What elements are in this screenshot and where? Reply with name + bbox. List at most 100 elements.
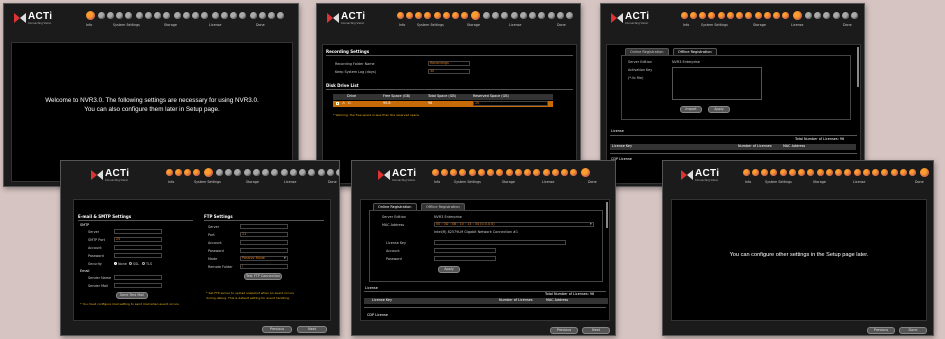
ftp-account-input[interactable] xyxy=(240,240,288,245)
security-radio-ssl[interactable]: SSL xyxy=(129,262,139,266)
step-dot xyxy=(761,169,768,176)
logo-tagline: Connecting Vision xyxy=(105,179,129,182)
sender-mail-input[interactable] xyxy=(114,283,162,288)
activation-key-textarea[interactable] xyxy=(672,67,762,100)
step-dot xyxy=(557,12,564,19)
scrollbar[interactable] xyxy=(857,47,859,87)
logo-text: ACTi xyxy=(392,168,417,179)
server-edition-label: Server Edition xyxy=(382,215,406,219)
previous-button[interactable]: Previous xyxy=(867,327,895,334)
security-radio-none[interactable]: None xyxy=(114,262,127,266)
ftp-password-input[interactable] xyxy=(240,248,288,253)
smtp-port-label: SMTP Port xyxy=(88,238,105,242)
test-ftp-connection-button[interactable]: Test FTP Connection xyxy=(244,273,282,280)
password-input[interactable] xyxy=(434,256,496,261)
step-dot xyxy=(851,12,858,19)
recording-folder-label: Recording Folder Name xyxy=(335,62,375,66)
step-dot xyxy=(699,12,706,19)
smtp-password-input[interactable] xyxy=(114,253,162,258)
tab-offline-registration[interactable]: Offline Registration xyxy=(421,203,465,210)
sender-name-input[interactable] xyxy=(114,275,162,280)
send-test-mail-button[interactable]: Send Test Mail xyxy=(116,292,148,299)
step-dot xyxy=(308,169,315,176)
smtp-account-input[interactable] xyxy=(114,245,162,250)
step-dot xyxy=(250,12,257,19)
step-label-license: License xyxy=(791,23,804,27)
done-button[interactable]: Done xyxy=(899,327,927,334)
password-label: Password xyxy=(386,257,402,261)
step-dot xyxy=(432,169,439,176)
email-note: * You must configure mail setting to sen… xyxy=(80,302,179,306)
step-dot xyxy=(681,12,688,19)
recording-folder-input[interactable]: Recordings xyxy=(428,61,470,66)
divider xyxy=(610,135,857,136)
ftp-server-input[interactable] xyxy=(240,224,288,229)
step-label-system: System Settings xyxy=(765,180,792,184)
import-button[interactable]: Import xyxy=(680,106,702,113)
chevron-down-icon: ▾ xyxy=(590,222,592,226)
ftp-mode-select[interactable]: Passive Mode xyxy=(240,256,288,261)
step-label-done: Done xyxy=(557,23,566,27)
scrollbar[interactable] xyxy=(606,202,608,228)
col-free-space: Free Space (GB) xyxy=(383,94,411,98)
step-dot xyxy=(842,12,849,19)
smtp-account-label: Account xyxy=(88,246,102,250)
step-dot xyxy=(708,12,715,19)
total-space-value: 98 xyxy=(428,101,433,105)
lic-file-label: (*.lic file) xyxy=(628,76,644,80)
checkbox-icon[interactable] xyxy=(336,102,339,105)
apply-button[interactable]: Apply xyxy=(708,106,730,113)
security-ssl-label: SSL xyxy=(133,262,140,266)
step-dot xyxy=(136,12,143,19)
step-dot xyxy=(483,12,490,19)
tab-online-registration[interactable]: Online Registration xyxy=(625,48,669,55)
security-radio-tls[interactable]: TLS xyxy=(142,262,152,266)
step-dot xyxy=(441,169,448,176)
disk-table-row[interactable]: ⚠ C: 90.8 98 20 xyxy=(333,101,553,107)
smtp-label: SMTP xyxy=(80,223,90,227)
reserved-space-input[interactable]: 20 xyxy=(473,101,548,106)
step-dot xyxy=(515,169,522,176)
step-dot xyxy=(259,12,266,19)
step-dot xyxy=(835,169,842,176)
next-button[interactable]: Next xyxy=(297,326,327,333)
ftp-port-input[interactable]: 21 xyxy=(240,232,288,237)
step-dot xyxy=(770,169,777,176)
ftp-settings-title: FTP Settings xyxy=(204,214,233,219)
network-card-label: Intel(R) 82579LM Gigabit Network Connect… xyxy=(434,230,519,234)
step-label-system: System Settings xyxy=(454,180,481,184)
step-label-done: Done xyxy=(843,23,852,27)
previous-button[interactable]: Previous xyxy=(550,327,578,334)
smtp-server-input[interactable] xyxy=(114,229,162,234)
acti-logo-icon xyxy=(681,170,693,181)
account-input[interactable] xyxy=(434,248,496,253)
step-dot xyxy=(253,169,260,176)
step-dot xyxy=(166,169,173,176)
step-dot-current xyxy=(793,11,802,20)
mac-address-select[interactable]: 00 : 0D : 4B : 10 : 13 : 34 (0.0.0.0) xyxy=(434,222,594,227)
step-dot xyxy=(183,12,190,19)
step-dot xyxy=(98,12,105,19)
next-button[interactable]: Next xyxy=(582,327,610,334)
ftp-remote-folder-input[interactable]: / xyxy=(240,264,288,269)
smtp-port-input[interactable]: 25 xyxy=(114,237,162,242)
previous-button[interactable]: Previous xyxy=(262,326,292,333)
step-dot xyxy=(718,12,725,19)
step-dot xyxy=(290,169,297,176)
tab-online-registration[interactable]: Online Registration xyxy=(373,203,417,210)
step-dot xyxy=(863,169,870,176)
step-dot xyxy=(107,12,114,19)
smtp-server-label: Server xyxy=(88,230,100,234)
step-dot xyxy=(743,169,750,176)
step-dot xyxy=(496,169,503,176)
step-dot xyxy=(239,12,246,19)
system-log-input[interactable]: 30 xyxy=(428,69,470,74)
step-dot xyxy=(533,169,540,176)
step-dot xyxy=(193,169,200,176)
server-edition-label: Server Edition xyxy=(628,60,652,64)
license-key-input[interactable] xyxy=(434,240,566,245)
tab-offline-registration[interactable]: Offline Registration xyxy=(673,48,717,55)
apply-button[interactable]: Apply xyxy=(438,266,460,273)
step-dot-current xyxy=(471,11,480,20)
wizard-header: ACTi Connecting Vision Info System Settin… xyxy=(352,161,615,191)
